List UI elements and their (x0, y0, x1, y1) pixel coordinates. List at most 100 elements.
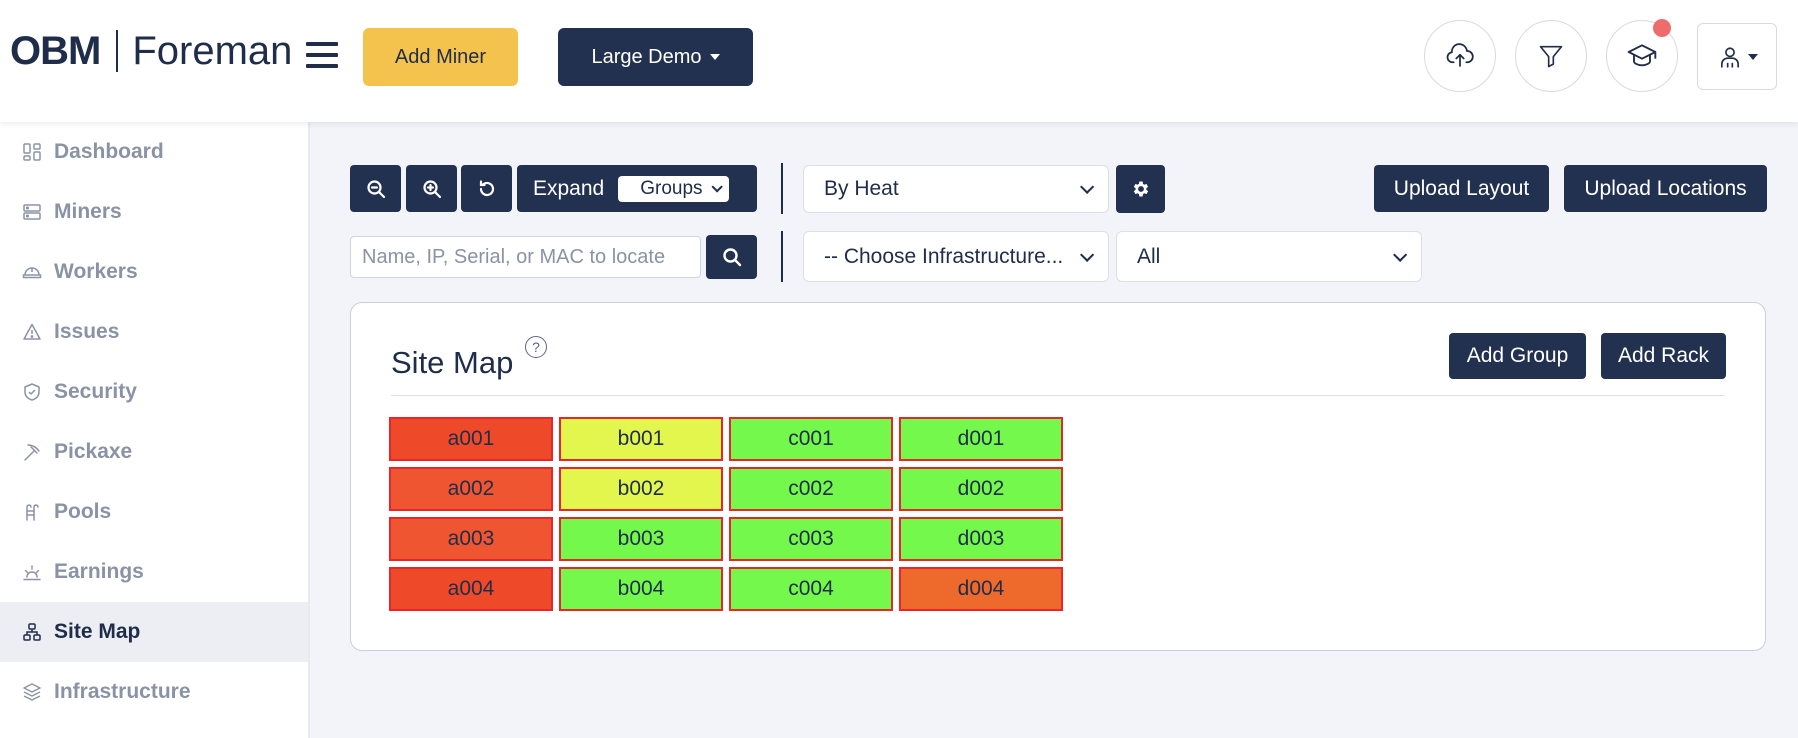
pool-icon (26, 504, 39, 521)
sidebar-item-label: Site Map (54, 620, 141, 643)
sidebar-item-pools[interactable]: Pools (0, 482, 308, 542)
sidebar-item-pickaxe[interactable]: Pickaxe (0, 422, 308, 482)
infrastructure-select[interactable]: -- Choose Infrastructure... (803, 231, 1109, 282)
server-icon (23, 204, 41, 220)
sidebar-item-label: Infrastructure (54, 680, 191, 703)
sidebar-item-dashboard[interactable]: Dashboard (0, 122, 308, 182)
caret-down-icon (709, 54, 720, 60)
add-rack-button[interactable]: Add Rack (1601, 333, 1726, 379)
zoom-in-button[interactable] (406, 165, 457, 212)
cloud-upload-icon (1446, 43, 1474, 67)
search-icon (722, 248, 741, 267)
sidebar-item-label: Earnings (54, 560, 144, 583)
pickaxe-icon (24, 444, 40, 461)
sitemap-icon (23, 623, 41, 641)
expand-label: Expand (533, 176, 605, 200)
layers-icon (23, 683, 41, 701)
dashboard-icon (23, 143, 41, 161)
rack-c002[interactable]: c002 (729, 467, 893, 511)
groups-label: Groups (640, 177, 703, 199)
add-miner-button[interactable]: Add Miner (363, 28, 518, 86)
logo[interactable]: OBM Foreman (10, 26, 292, 76)
top-header: OBM Foreman Add Miner Large Demo (0, 0, 1798, 122)
shield-icon (24, 383, 40, 401)
rack-d001[interactable]: d001 (899, 417, 1063, 461)
site-selector-button[interactable]: Large Demo (558, 28, 753, 86)
rack-b001[interactable]: b001 (559, 417, 723, 461)
rack-b004[interactable]: b004 (559, 567, 723, 611)
locate-search-button[interactable] (706, 235, 757, 279)
rack-d002[interactable]: d002 (899, 467, 1063, 511)
rack-a003[interactable]: a003 (389, 517, 553, 561)
view-mode-select[interactable]: By Heat (803, 165, 1109, 213)
chevron-down-icon (711, 180, 723, 193)
chevron-down-icon (1080, 179, 1095, 194)
reset-icon (479, 179, 494, 196)
rack-c003[interactable]: c003 (729, 517, 893, 561)
sidebar-item-label: Pickaxe (54, 440, 133, 463)
filter-button[interactable] (1515, 20, 1587, 92)
add-group-button[interactable]: Add Group (1449, 333, 1586, 379)
site-selector-label: Large Demo (591, 45, 702, 68)
sidebar-item-label: Security (54, 380, 137, 403)
logo-divider (116, 30, 119, 72)
chevron-down-icon (1393, 247, 1408, 262)
toolbar-divider (781, 231, 783, 282)
helmet-icon (22, 267, 42, 279)
user-menu-button[interactable] (1697, 23, 1777, 90)
rack-a002[interactable]: a002 (389, 467, 553, 511)
zoom-out-button[interactable] (350, 165, 401, 212)
sidebar-item-label: Dashboard (54, 140, 164, 163)
sidebar-item-label: Miners (54, 200, 122, 223)
expand-button[interactable]: Expand Groups (517, 165, 757, 212)
user-icon (1721, 46, 1739, 67)
infrastructure-placeholder: -- Choose Infrastructure... (824, 244, 1064, 268)
zoom-in-icon (422, 179, 441, 198)
sidebar: Dashboard Miners Workers Issues Security… (0, 122, 310, 738)
zoom-out-icon (366, 179, 385, 198)
reset-zoom-button[interactable] (461, 165, 512, 212)
sidebar-item-miners[interactable]: Miners (0, 182, 308, 242)
rack-b002[interactable]: b002 (559, 467, 723, 511)
sidebar-item-site-map[interactable]: Site Map (0, 602, 308, 662)
rack-b003[interactable]: b003 (559, 517, 723, 561)
help-icon[interactable]: ? (525, 336, 547, 358)
upload-locations-button[interactable]: Upload Locations (1564, 165, 1767, 212)
sidebar-item-earnings[interactable]: Earnings (0, 542, 308, 602)
sidebar-item-label: Pools (54, 500, 112, 523)
rack-a004[interactable]: a004 (389, 567, 553, 611)
filter-select[interactable]: All (1116, 231, 1422, 282)
card-divider (391, 395, 1725, 396)
rack-c004[interactable]: c004 (729, 567, 893, 611)
filter-value: All (1137, 244, 1161, 268)
upload-layout-button[interactable]: Upload Layout (1374, 165, 1549, 212)
site-map-card: Site Map ? Add Group Add Rack a001 b001 c0… (350, 302, 1766, 651)
sidebar-item-workers[interactable]: Workers (0, 242, 308, 302)
settings-button[interactable] (1116, 165, 1165, 213)
upload-cloud-button[interactable] (1424, 20, 1496, 92)
view-mode-value: By Heat (824, 177, 899, 200)
logo-brand: OBM (10, 28, 101, 73)
sidebar-item-infrastructure[interactable]: Infrastructure (0, 662, 308, 722)
rack-c001[interactable]: c001 (729, 417, 893, 461)
sidebar-item-label: Issues (54, 320, 120, 343)
hamburger-menu-icon[interactable] (306, 42, 338, 68)
sunrise-icon (23, 565, 41, 581)
filter-icon (1539, 45, 1563, 68)
academy-button[interactable] (1606, 19, 1678, 92)
notification-dot (1653, 19, 1671, 37)
graduation-cap-icon (1627, 44, 1657, 67)
gear-icon (1133, 181, 1148, 197)
sidebar-item-label: Workers (54, 260, 138, 283)
groups-dropdown[interactable]: Groups (618, 175, 729, 202)
page-title: Site Map (391, 345, 514, 380)
sidebar-item-issues[interactable]: Issues (0, 302, 308, 362)
rack-d003[interactable]: d003 (899, 517, 1063, 561)
chevron-down-icon (1080, 247, 1095, 262)
sidebar-item-security[interactable]: Security (0, 362, 308, 422)
warning-icon (23, 323, 41, 340)
rack-a001[interactable]: a001 (389, 417, 553, 461)
rack-d004[interactable]: d004 (899, 567, 1063, 611)
locate-search-input[interactable] (350, 236, 701, 278)
toolbar-divider (781, 163, 783, 214)
